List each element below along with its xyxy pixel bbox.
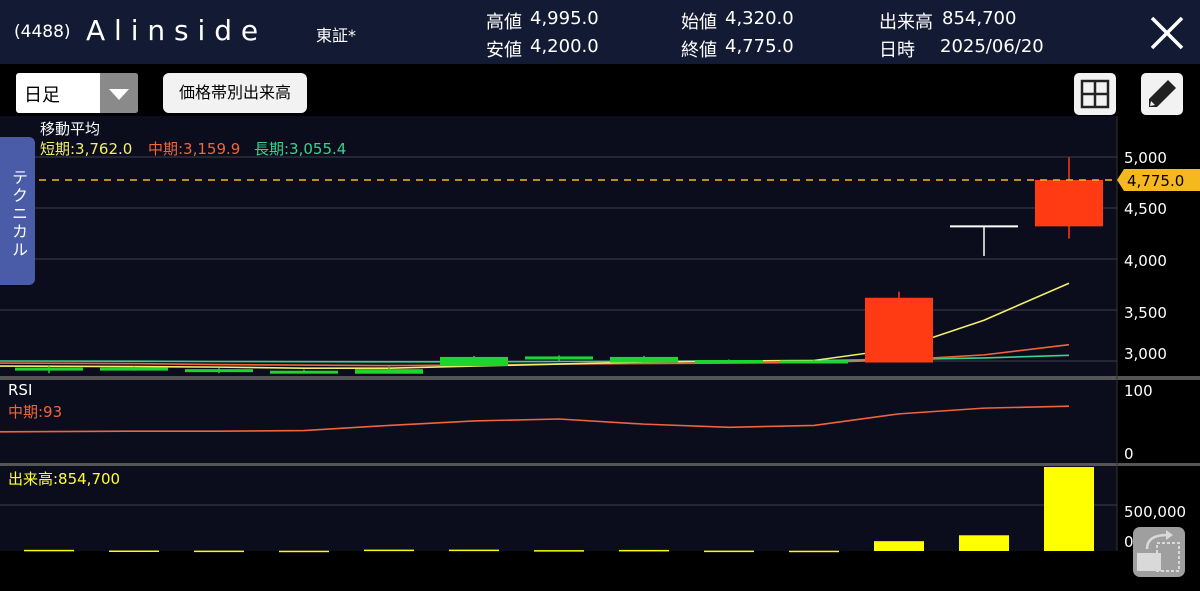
- volume-bar: [194, 550, 244, 553]
- volume-bar: [704, 550, 754, 553]
- date-label: 日時: [879, 40, 915, 61]
- candle-body: [610, 356, 678, 363]
- rsi-legend-title: RSI: [8, 381, 33, 399]
- close-label: 終値: [681, 40, 717, 61]
- volume-label: 出来高: [879, 12, 933, 33]
- grid-icon: [1080, 79, 1110, 109]
- rsi-legend-mid: 中期:93: [8, 403, 63, 421]
- rotate-icon: [1137, 530, 1180, 572]
- volume-bar: [789, 550, 839, 553]
- stock-code: (4488): [14, 22, 71, 42]
- volume-legend: 出来高:854,700: [8, 470, 121, 488]
- current-price-tag: 4,775.0: [1117, 168, 1200, 191]
- current-price-label: 4,775.0: [1127, 172, 1184, 190]
- candle-body: [950, 225, 1018, 228]
- layout-button[interactable]: [1074, 73, 1116, 115]
- candle-body: [695, 359, 763, 363]
- volume-value: 854,700: [942, 8, 1017, 29]
- ma-legend-long: 長期:3,055.4: [254, 140, 347, 158]
- chevron-down-icon: [100, 73, 138, 113]
- candle-body: [780, 360, 848, 364]
- ma-legend-title: 移動平均: [40, 120, 101, 138]
- price-tick: 4,000: [1124, 252, 1167, 270]
- period-select-value: 日足: [24, 85, 60, 106]
- ma-legend-short: 短期:3,762.0: [40, 140, 133, 158]
- close-value: 4,775.0: [725, 36, 794, 57]
- stock-header: (4488) A l i n s i d e 東証* 高値 4,995.0 安値…: [0, 0, 1200, 64]
- volume-bar: [874, 541, 924, 551]
- low-value: 4,200.0: [530, 36, 599, 57]
- candle-body: [100, 367, 168, 371]
- draw-button[interactable]: [1141, 73, 1183, 115]
- price-tick: 3,500: [1124, 304, 1167, 322]
- open-value: 4,320.0: [725, 8, 794, 29]
- candle-body: [270, 370, 338, 374]
- price-tick: 5,000: [1124, 149, 1167, 167]
- rsi-tick: 100: [1124, 382, 1153, 400]
- volume-tick: 500,000: [1124, 503, 1186, 521]
- rotate-button[interactable]: [1133, 527, 1185, 577]
- volume-bar: [619, 549, 669, 552]
- price-tick: 4,500: [1124, 200, 1167, 218]
- open-label: 始値: [681, 12, 717, 33]
- candle-body: [185, 369, 253, 373]
- candle-body: [15, 367, 83, 371]
- candle-body: [865, 297, 933, 363]
- technical-tab[interactable]: テクニカル: [0, 137, 35, 285]
- close-button[interactable]: [1144, 10, 1190, 56]
- date-value: 2025/06/20: [940, 36, 1044, 57]
- period-select[interactable]: 日足: [16, 73, 138, 113]
- high-value: 4,995.0: [530, 8, 599, 29]
- candle-body: [355, 369, 423, 374]
- pencil-icon: [1149, 80, 1176, 107]
- technical-tab-label: テクニカル: [9, 169, 28, 259]
- volume-bar: [1044, 467, 1094, 551]
- volume-bar: [959, 535, 1009, 551]
- volume-bar: [364, 549, 414, 552]
- volume-bar: [109, 550, 159, 553]
- rsi-tick: 0: [1124, 445, 1134, 463]
- volume-bar: [534, 550, 584, 552]
- stock-name: A l i n s i d e: [86, 14, 259, 47]
- price-tick: 3,000: [1124, 345, 1167, 363]
- candle-body: [440, 356, 508, 367]
- high-label: 高値: [486, 12, 522, 33]
- candle-body: [1035, 179, 1103, 227]
- chart-area[interactable]: 5,000 4,500 4,000 3,500 3,000 100 0 500,…: [0, 116, 1200, 591]
- volume-bar: [24, 549, 74, 552]
- volume-bar: [449, 549, 499, 552]
- candle-body: [525, 356, 593, 360]
- low-label: 安値: [486, 40, 522, 61]
- volume-bar: [279, 550, 329, 553]
- ma-legend-mid: 中期:3,159.9: [148, 140, 241, 158]
- market-label: 東証*: [316, 26, 357, 45]
- close-icon: [1150, 16, 1184, 50]
- volume-profile-button[interactable]: 価格帯別出来高: [163, 73, 307, 113]
